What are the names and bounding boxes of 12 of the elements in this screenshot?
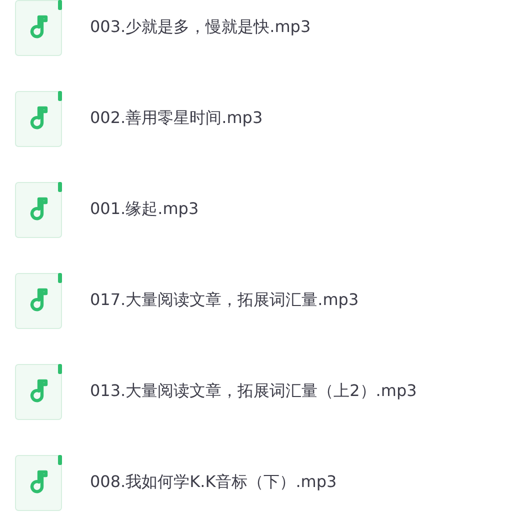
file-name[interactable]: 003.少就是多，慢就是快.mp3: [90, 17, 311, 38]
music-file-icon: [15, 364, 63, 420]
file-name[interactable]: 008.我如何学K.K音标（下）.mp3: [90, 472, 337, 493]
file-name[interactable]: 002.善用零星时间.mp3: [90, 108, 263, 129]
file-name[interactable]: 013.大量阅读文章，拓展词汇量（上2）.mp3: [90, 381, 417, 402]
music-file-icon: [15, 454, 63, 510]
music-file-icon: [15, 182, 63, 238]
file-name[interactable]: 017.大量阅读文章，拓展词汇量.mp3: [90, 290, 359, 311]
music-file-icon: [15, 90, 63, 146]
file-name[interactable]: 001.缘起.mp3: [90, 199, 199, 220]
music-file-icon: [15, 272, 63, 328]
music-file-icon: [15, 0, 63, 56]
